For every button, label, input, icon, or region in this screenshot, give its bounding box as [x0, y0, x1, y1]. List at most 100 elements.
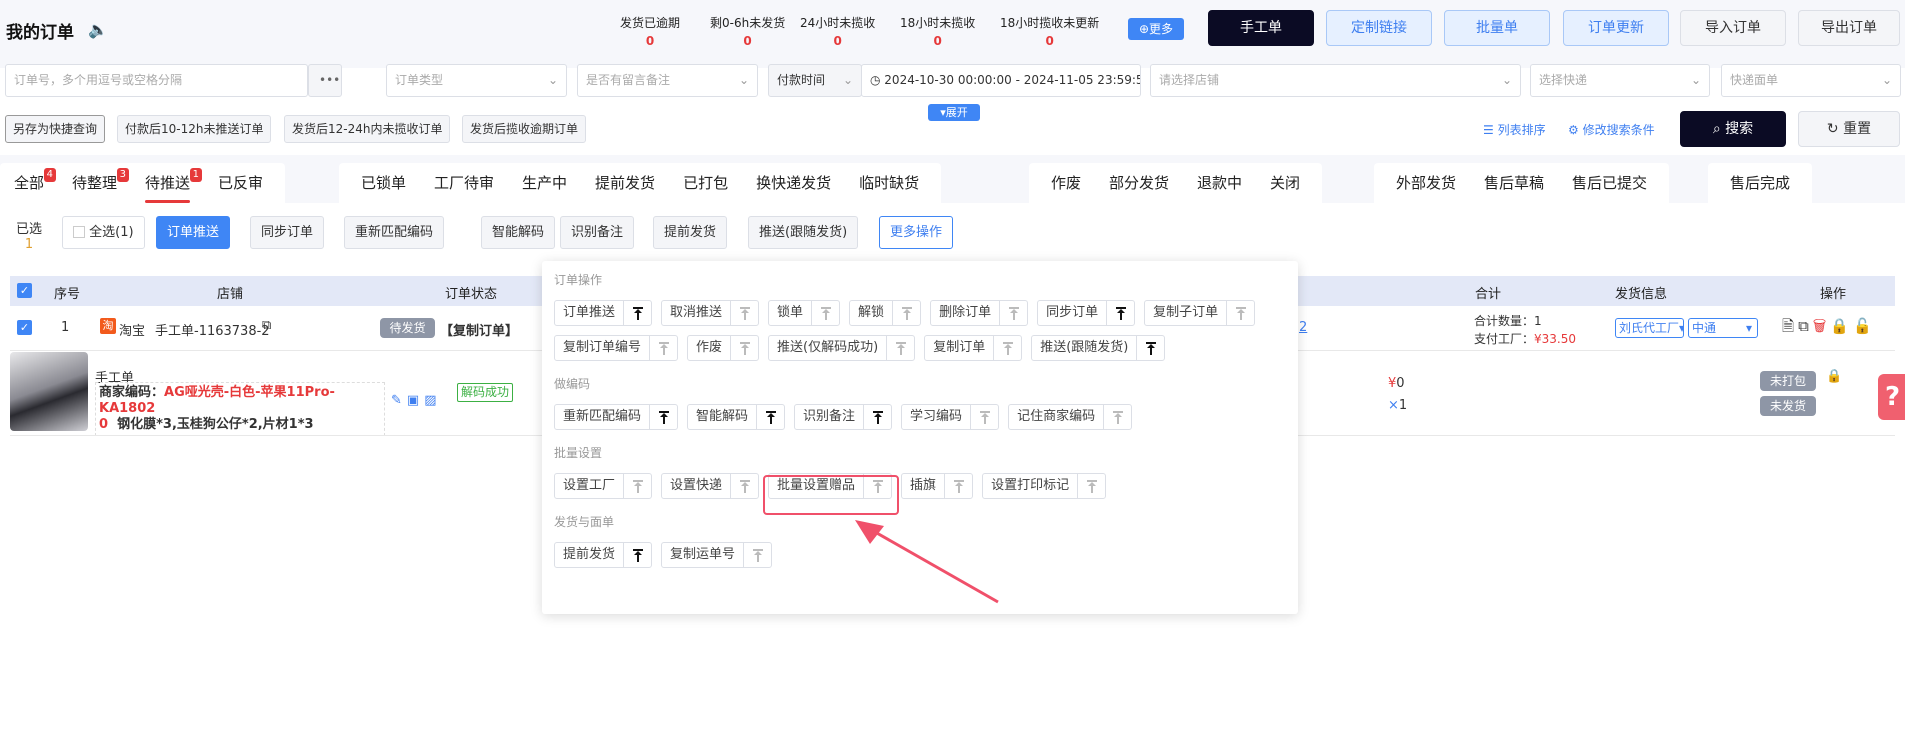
tab-临时缺货[interactable]: 临时缺货 — [845, 163, 933, 203]
tab-售后完成[interactable]: 售后完成 — [1716, 163, 1804, 203]
tab-提前发货[interactable]: 提前发货 — [581, 163, 669, 203]
popup-action-锁单[interactable]: 锁单 — [768, 300, 841, 326]
copy-icon[interactable]: ⧉ — [1798, 317, 1813, 335]
tab-售后已提交[interactable]: 售后已提交 — [1558, 163, 1661, 203]
action-button-2[interactable]: 重新匹配编码 — [344, 216, 445, 249]
tab-售后草稿[interactable]: 售后草稿 — [1470, 163, 1558, 203]
stat-0[interactable]: 发货已逾期 0 — [620, 14, 680, 48]
header-button-4[interactable]: 导入订单 — [1680, 10, 1786, 46]
tab-待整理[interactable]: 待整理 3 — [58, 163, 131, 203]
popup-action-删除订单[interactable]: 删除订单 — [930, 300, 1029, 326]
tab-已反审[interactable]: 已反审 — [204, 163, 277, 203]
pin-toggle[interactable] — [993, 336, 1021, 360]
express-select-row[interactable]: 中通 ▾ — [1688, 318, 1758, 338]
pin-toggle[interactable] — [1077, 474, 1105, 498]
quick-query-1[interactable]: 发货后12-24h内未揽收订单 — [284, 115, 451, 143]
stat-3[interactable]: 18小时未揽收 0 — [900, 14, 975, 48]
order-no-input[interactable]: 订单号，多个用逗号或空格分隔 — [5, 64, 308, 97]
popup-action-重新匹配编码[interactable]: 重新匹配编码 — [554, 404, 679, 430]
popup-action-识别备注[interactable]: 识别备注 — [794, 404, 893, 430]
pin-toggle[interactable] — [756, 405, 784, 429]
pin-toggle[interactable] — [811, 301, 839, 325]
factory-select[interactable]: 刘氏代工厂▾ — [1615, 318, 1684, 338]
tab-生产中[interactable]: 生产中 — [508, 163, 581, 203]
tab-作废[interactable]: 作废 — [1037, 163, 1095, 203]
header-button-2[interactable]: 批量单 — [1444, 10, 1550, 46]
action-button-7[interactable]: 更多操作 — [879, 216, 954, 249]
popup-action-取消推送[interactable]: 取消推送 — [661, 300, 760, 326]
popup-action-解锁[interactable]: 解锁 — [849, 300, 922, 326]
pin-toggle[interactable] — [743, 543, 771, 567]
tab-换快递发货[interactable]: 换快递发货 — [742, 163, 845, 203]
pin-toggle[interactable] — [1226, 301, 1254, 325]
tab-全部[interactable]: 全部 4 — [0, 163, 58, 203]
popup-action-设置工厂[interactable]: 设置工厂 — [554, 473, 653, 499]
delete-icon[interactable]: 🗑 — [1813, 317, 1831, 335]
quick-query-0[interactable]: 付款后10-12h未推送订单 — [117, 115, 272, 143]
header-checkbox[interactable]: ✓ — [17, 283, 32, 298]
header-button-3[interactable]: 订单更新 — [1563, 10, 1669, 46]
popup-action-作废[interactable]: 作废 — [687, 335, 760, 361]
tab-已打包[interactable]: 已打包 — [669, 163, 742, 203]
shop-select[interactable]: 请选择店铺 ⌄ — [1150, 64, 1521, 97]
popup-action-设置打印标记[interactable]: 设置打印标记 — [982, 473, 1107, 499]
header-button-5[interactable]: 导出订单 — [1798, 10, 1900, 46]
stat-1[interactable]: 剩0-6h未发货 0 — [710, 14, 785, 48]
popup-action-提前发货[interactable]: 提前发货 — [554, 542, 653, 568]
pin-toggle[interactable] — [623, 301, 651, 325]
action-button-6[interactable]: 推送(跟随发货) — [748, 216, 859, 249]
stat-4[interactable]: 18小时揽收未更新 0 — [1000, 14, 1099, 48]
time-type-select[interactable]: 付款时间 ⌄ — [768, 64, 862, 97]
more-stats-button[interactable]: ⊕更多 — [1128, 18, 1184, 40]
pin-toggle[interactable] — [730, 336, 758, 360]
pin-toggle[interactable] — [623, 543, 651, 567]
list-sort-link[interactable]: ☰ 列表排序 — [1483, 121, 1546, 138]
pin-toggle[interactable] — [1103, 405, 1131, 429]
pin-toggle[interactable] — [863, 405, 891, 429]
pin-toggle[interactable] — [649, 336, 677, 360]
tab-退款中[interactable]: 退款中 — [1183, 163, 1256, 203]
popup-action-推送(跟随发货)[interactable]: 推送(跟随发货) — [1031, 335, 1166, 361]
action-button-1[interactable]: 同步订单 — [250, 216, 325, 249]
pin-toggle[interactable] — [892, 301, 920, 325]
reset-button[interactable]: ↻ 重置 — [1798, 111, 1900, 147]
header-button-1[interactable]: 定制链接 — [1326, 10, 1432, 46]
express-select[interactable]: 选择快递 ⌄ — [1530, 64, 1710, 97]
popup-action-复制子订单[interactable]: 复制子订单 — [1144, 300, 1256, 326]
action-button-4[interactable]: 识别备注 — [560, 216, 635, 249]
edit-icon[interactable]: ✎ — [391, 393, 407, 408]
picture-icon[interactable]: ▨ — [424, 393, 441, 408]
copy-icon[interactable]: ⧉ — [262, 318, 271, 333]
save-quick-query-button[interactable]: 另存为快捷查询 — [5, 115, 106, 143]
popup-action-设置快递[interactable]: 设置快递 — [661, 473, 760, 499]
quick-query-2[interactable]: 发货后揽收逾期订单 — [462, 115, 587, 143]
popup-action-订单推送[interactable]: 订单推送 — [554, 300, 653, 326]
expand-filters-button[interactable]: ▾展开 — [928, 104, 980, 121]
pin-toggle[interactable] — [944, 474, 972, 498]
pin-toggle[interactable] — [730, 301, 758, 325]
help-button[interactable]: ? — [1878, 374, 1905, 420]
remark-select[interactable]: 是否有留言备注 ⌄ — [577, 64, 758, 97]
waybill-select[interactable]: 快递面单 ⌄ — [1721, 64, 1901, 97]
action-button-3[interactable]: 智能解码 — [481, 216, 556, 249]
action-button-0[interactable]: 订单推送 — [156, 216, 231, 249]
popup-action-插旗[interactable]: 插旗 — [901, 473, 974, 499]
pin-toggle[interactable] — [970, 405, 998, 429]
pin-toggle[interactable] — [999, 301, 1027, 325]
speaker-icon[interactable]: 🔈 — [88, 20, 108, 39]
tab-工厂待审[interactable]: 工厂待审 — [420, 163, 508, 203]
popup-action-推送(仅解码成功)[interactable]: 推送(仅解码成功) — [768, 335, 916, 361]
pin-toggle[interactable] — [1136, 336, 1164, 360]
pin-toggle[interactable] — [623, 474, 651, 498]
action-button-5[interactable]: 提前发货 — [653, 216, 728, 249]
lock-icon[interactable]: 🔒 — [1830, 317, 1853, 335]
popup-action-复制订单编号[interactable]: 复制订单编号 — [554, 335, 679, 361]
select-all-checkbox[interactable]: 全选(1) — [62, 216, 145, 249]
popup-action-同步订单[interactable]: 同步订单 — [1037, 300, 1136, 326]
popup-action-学习编码[interactable]: 学习编码 — [901, 404, 1000, 430]
tab-部分发货[interactable]: 部分发货 — [1095, 163, 1183, 203]
popup-action-记住商家编码[interactable]: 记住商家编码 — [1008, 404, 1133, 430]
order-link[interactable]: 2 — [1299, 320, 1307, 335]
tab-关闭[interactable]: 关闭 — [1256, 163, 1314, 203]
image-icon[interactable]: ▣ — [407, 393, 424, 408]
